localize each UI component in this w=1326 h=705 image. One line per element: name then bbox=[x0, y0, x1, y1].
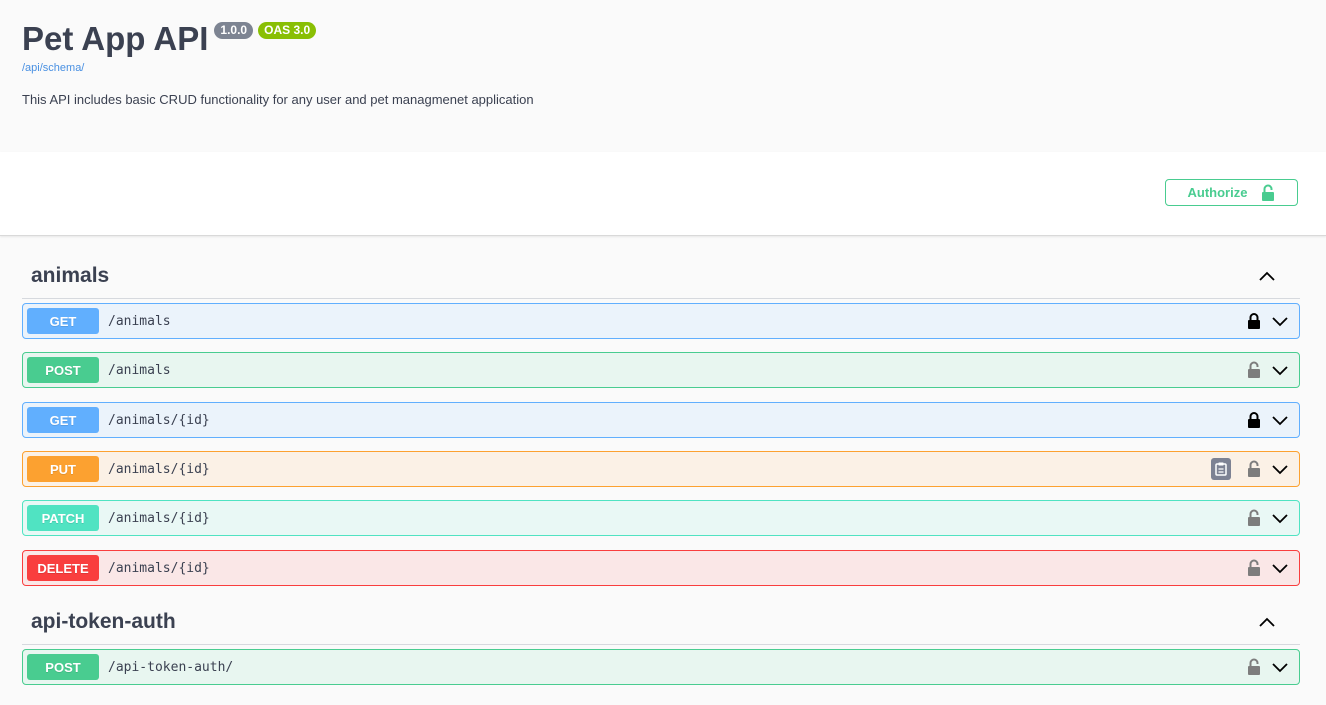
authorize-button[interactable]: Authorize bbox=[1165, 179, 1298, 206]
tag-section-api-token-auth: api-token-auth bbox=[22, 600, 1300, 645]
operation-post-animals[interactable]: POST /animals bbox=[22, 352, 1300, 388]
chevron-down-icon[interactable] bbox=[1271, 414, 1289, 426]
tag-header-api-token-auth[interactable]: api-token-auth bbox=[22, 600, 1300, 645]
oas-badge: OAS 3.0 bbox=[258, 22, 317, 39]
unlock-icon[interactable] bbox=[1247, 658, 1261, 676]
title-row: Pet App API 1.0.0 OAS 3.0 bbox=[22, 18, 317, 60]
tag-name: animals bbox=[31, 264, 110, 287]
operation-path: /animals/{id} bbox=[108, 510, 210, 526]
operation-icons bbox=[1247, 361, 1289, 379]
operation-post-api-token-auth[interactable]: POST /api-token-auth/ bbox=[22, 649, 1300, 685]
unlock-icon bbox=[1262, 184, 1275, 201]
unlock-icon[interactable] bbox=[1247, 361, 1261, 379]
operation-path: /api-token-auth/ bbox=[108, 659, 234, 675]
lock-icon[interactable] bbox=[1247, 411, 1261, 429]
chevron-down-icon[interactable] bbox=[1271, 463, 1289, 475]
api-description: This API includes basic CRUD functionali… bbox=[22, 92, 534, 107]
unlock-icon[interactable] bbox=[1247, 559, 1261, 577]
operation-patch-animal[interactable]: PATCH /animals/{id} bbox=[22, 500, 1300, 536]
method-badge: PUT bbox=[27, 456, 99, 482]
operation-icons bbox=[1247, 509, 1289, 527]
operation-icons bbox=[1247, 312, 1289, 330]
operation-put-animal[interactable]: PUT /animals/{id} bbox=[22, 451, 1300, 487]
authorize-label: Authorize bbox=[1187, 185, 1248, 200]
clipboard-icon[interactable] bbox=[1211, 458, 1231, 480]
version-badge: 1.0.0 bbox=[214, 22, 254, 39]
tag-name: api-token-auth bbox=[31, 610, 176, 633]
chevron-down-icon[interactable] bbox=[1271, 364, 1289, 376]
api-info: Pet App API 1.0.0 OAS 3.0 /api/schema/ T… bbox=[0, 0, 1326, 152]
operation-icons bbox=[1247, 559, 1289, 577]
scheme-container: Authorize bbox=[0, 152, 1326, 236]
operation-path: /animals/{id} bbox=[108, 560, 210, 576]
operation-icons bbox=[1211, 458, 1289, 480]
chevron-down-icon[interactable] bbox=[1271, 661, 1289, 673]
lock-icon[interactable] bbox=[1247, 312, 1261, 330]
operation-get-animals[interactable]: GET /animals bbox=[22, 303, 1300, 339]
page-title: Pet App API bbox=[22, 20, 209, 57]
chevron-down-icon[interactable] bbox=[1271, 562, 1289, 574]
method-badge: GET bbox=[27, 308, 99, 334]
chevron-up-icon[interactable] bbox=[1258, 616, 1276, 628]
method-badge: POST bbox=[27, 357, 99, 383]
unlock-icon[interactable] bbox=[1247, 460, 1261, 478]
tag-section-animals: animals bbox=[22, 254, 1300, 299]
schema-link[interactable]: /api/schema/ bbox=[22, 62, 84, 74]
tag-header-animals[interactable]: animals bbox=[22, 254, 1300, 299]
chevron-down-icon[interactable] bbox=[1271, 512, 1289, 524]
operation-delete-animal[interactable]: DELETE /animals/{id} bbox=[22, 550, 1300, 586]
operation-path: /animals bbox=[108, 362, 171, 378]
chevron-down-icon[interactable] bbox=[1271, 315, 1289, 327]
chevron-up-icon[interactable] bbox=[1258, 270, 1276, 282]
method-badge: POST bbox=[27, 654, 99, 680]
operation-icons bbox=[1247, 411, 1289, 429]
operation-path: /animals/{id} bbox=[108, 461, 210, 477]
method-badge: DELETE bbox=[27, 555, 99, 581]
operation-get-animal-by-id[interactable]: GET /animals/{id} bbox=[22, 402, 1300, 438]
operation-path: /animals bbox=[108, 313, 171, 329]
unlock-icon[interactable] bbox=[1247, 509, 1261, 527]
operation-path: /animals/{id} bbox=[108, 412, 210, 428]
method-badge: PATCH bbox=[27, 505, 99, 531]
operation-icons bbox=[1247, 658, 1289, 676]
method-badge: GET bbox=[27, 407, 99, 433]
